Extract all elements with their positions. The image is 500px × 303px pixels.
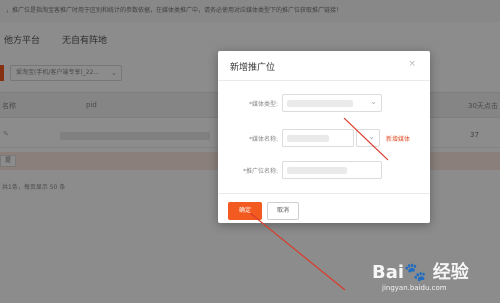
chevron-down-icon: ⌄ bbox=[370, 97, 377, 106]
close-icon[interactable]: × bbox=[408, 59, 416, 69]
add-promotion-slot-dialog: 新增推广位 × *媒体类型: ⌄ *媒体名称: ⌄ 新增媒体 *推广位名称: 确… bbox=[218, 51, 430, 223]
watermark-url: jingyan.baidu.com bbox=[382, 284, 447, 292]
new-media-link[interactable]: 新增媒体 bbox=[386, 134, 410, 143]
media-name-dropdown[interactable]: ⌄ bbox=[356, 129, 380, 147]
baidu-logo: Bai🐾 经验 bbox=[372, 262, 469, 283]
dialog-header: 新增推广位 × bbox=[218, 51, 430, 81]
media-type-row: *媒体类型: ⌄ bbox=[218, 94, 430, 114]
media-name-label: *媒体名称: bbox=[248, 136, 278, 143]
media-name-select[interactable] bbox=[282, 129, 354, 147]
blurred-value bbox=[287, 135, 329, 142]
baidu-jingyan-watermark: Bai🐾 经验 jingyan.baidu.com bbox=[372, 258, 496, 300]
blurred-value bbox=[287, 167, 347, 174]
slot-name-label: *推广位名称: bbox=[242, 168, 278, 175]
media-type-label: *媒体类型: bbox=[248, 101, 278, 108]
chevron-down-icon: ⌄ bbox=[368, 132, 375, 141]
slot-name-row: *推广位名称: bbox=[218, 161, 430, 181]
cancel-button[interactable]: 取消 bbox=[267, 202, 299, 220]
media-type-select[interactable]: ⌄ bbox=[282, 94, 382, 112]
dialog-footer: 确定 取消 bbox=[218, 193, 430, 223]
media-name-row: *媒体名称: ⌄ 新增媒体 bbox=[218, 129, 430, 149]
slot-name-input[interactable] bbox=[282, 161, 382, 179]
confirm-button[interactable]: 确定 bbox=[228, 202, 262, 220]
dialog-title: 新增推广位 bbox=[230, 63, 276, 73]
blurred-value bbox=[287, 100, 353, 107]
